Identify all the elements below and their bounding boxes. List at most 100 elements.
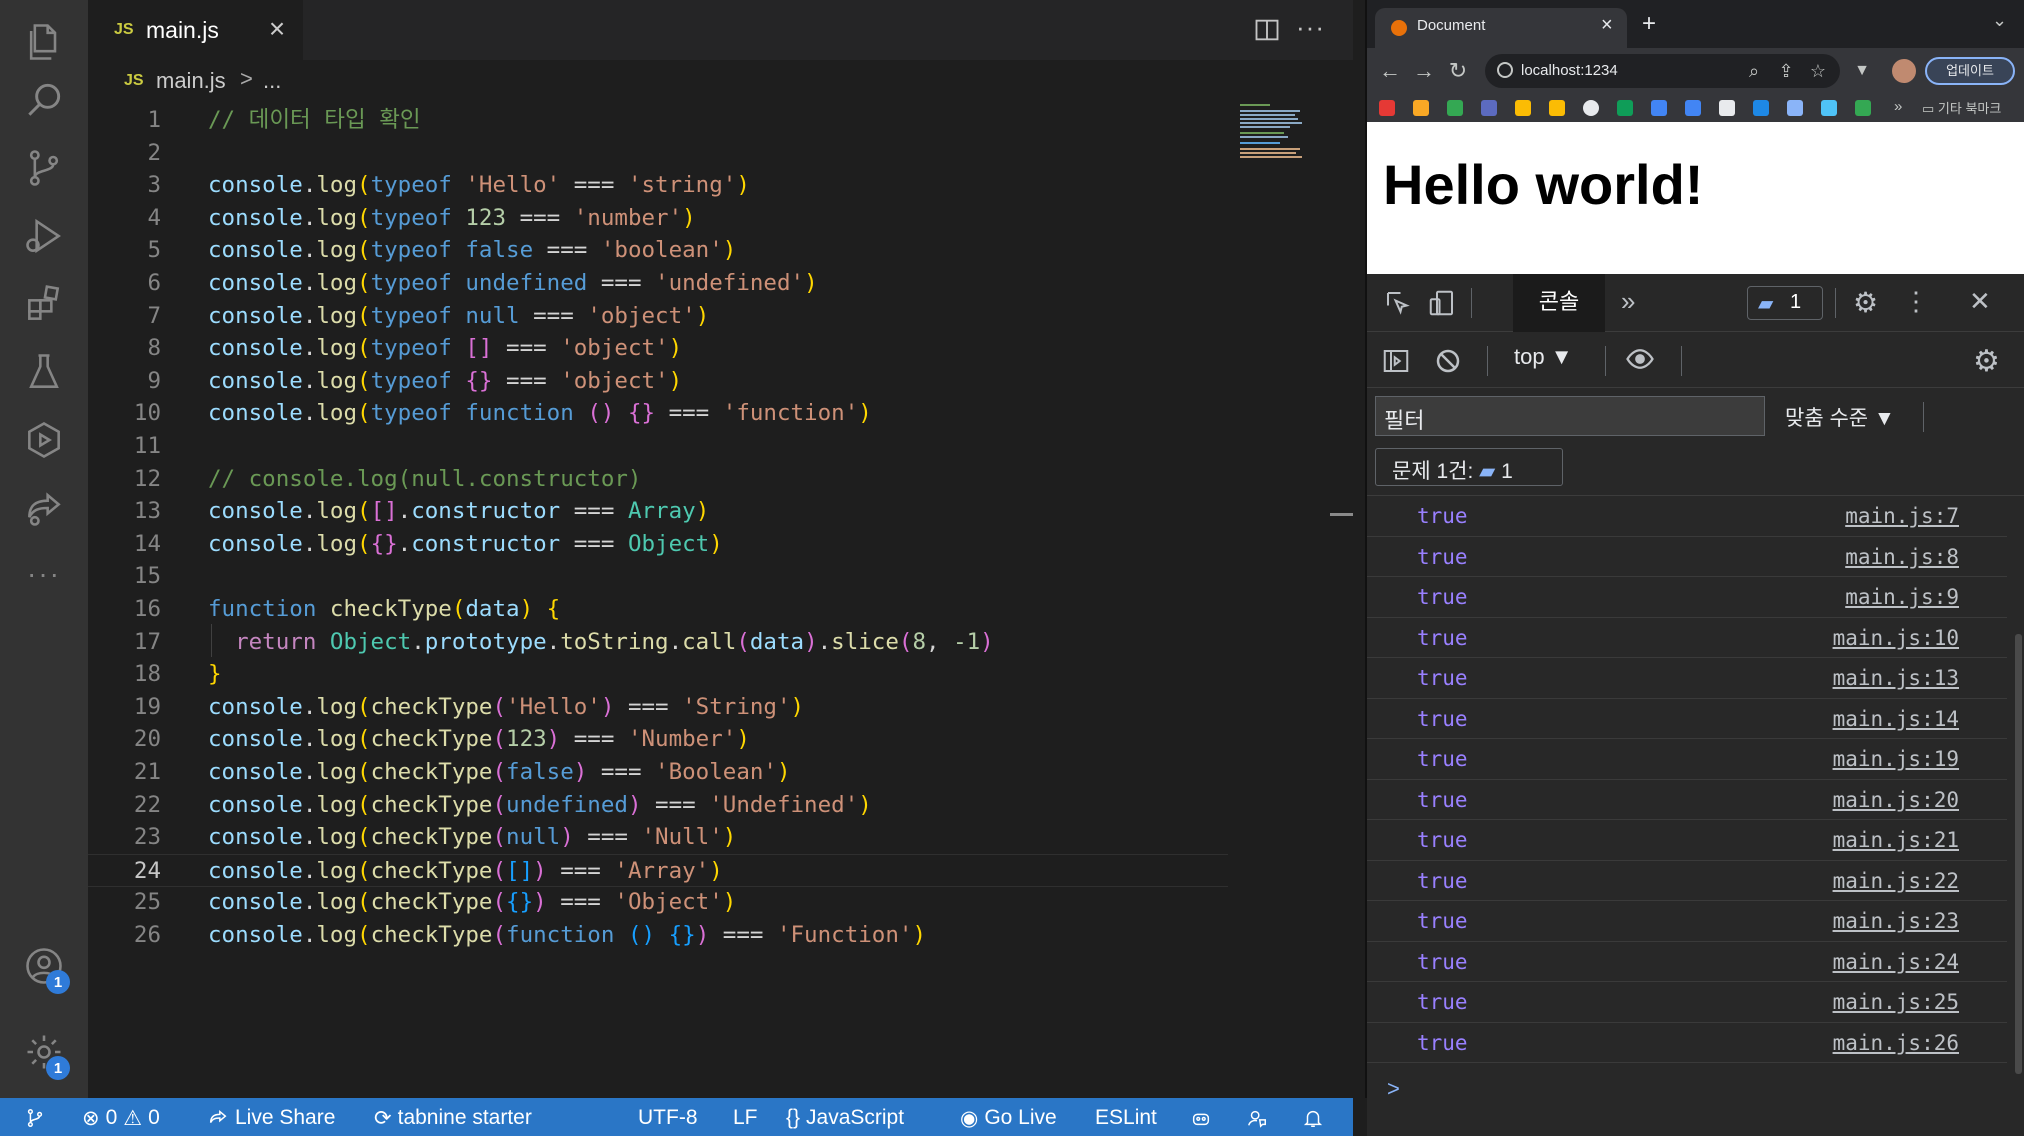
context-select[interactable]: top ▼ [1514, 344, 1572, 370]
problems-status[interactable]: ⊗ 0 ⚠ 0 [82, 1105, 160, 1131]
bookmark-icon[interactable] [1821, 100, 1837, 116]
log-source-link[interactable]: main.js:21 [1833, 828, 1959, 852]
code-line[interactable]: 25 console.log(checkType({}) === 'Object'… [88, 886, 1228, 919]
window-divider[interactable] [1353, 0, 1367, 1098]
info-icon[interactable] [1497, 62, 1513, 78]
bookmark-sheets-icon[interactable] [1617, 100, 1633, 116]
extensions-icon[interactable] [22, 282, 66, 326]
bookmark-drive-icon[interactable] [1515, 100, 1531, 116]
close-icon[interactable]: × [264, 14, 290, 44]
log-source-link[interactable]: main.js:8 [1845, 545, 1959, 569]
update-button[interactable]: 업데이트 [1925, 57, 2015, 85]
chevron-right-double-icon[interactable]: » [1894, 98, 1902, 115]
log-source-link[interactable]: main.js:7 [1845, 504, 1959, 528]
breadcrumb-file[interactable]: main.js [156, 68, 226, 94]
avatar[interactable] [1892, 59, 1916, 83]
go-live-status[interactable]: ◉ Go Live [960, 1105, 1057, 1131]
bookmark-icon[interactable] [1685, 100, 1701, 116]
code-line[interactable]: 3 console.log(typeof 'Hello' === 'string'… [88, 169, 1228, 202]
live-share-status[interactable]: Live Share [207, 1105, 335, 1131]
feedback-icon[interactable] [1246, 1105, 1268, 1131]
eye-icon[interactable] [1623, 344, 1657, 379]
bookmark-icon[interactable] [1787, 100, 1803, 116]
code-line[interactable]: 19 console.log(checkType('Hello') === 'St… [88, 691, 1228, 724]
issues-link[interactable]: 문제 1건: ▰ 1 [1375, 448, 1563, 486]
more-actions-icon[interactable]: ··· [1296, 12, 1332, 42]
code-line[interactable]: 23 console.log(checkType(null) === 'Null'… [88, 821, 1228, 854]
browser-tab[interactable]: Document × [1375, 8, 1627, 48]
testing-icon[interactable] [22, 350, 66, 394]
new-tab-icon[interactable]: + [1642, 10, 1656, 38]
log-source-link[interactable]: main.js:24 [1833, 950, 1959, 974]
log-source-link[interactable]: main.js:26 [1833, 1031, 1959, 1055]
code-line[interactable]: 16 function checkType(data) { [88, 593, 1228, 626]
bookmark-docs-icon[interactable] [1651, 100, 1667, 116]
vue-devtools-icon[interactable]: ▼ [1849, 58, 1875, 84]
code-line[interactable]: 18} [88, 658, 1228, 691]
live-share-icon[interactable] [22, 486, 66, 530]
code-line[interactable]: 21 console.log(checkType(false) === 'Bool… [88, 756, 1228, 789]
code-line[interactable]: 5 console.log(typeof false === 'boolean') [88, 234, 1228, 267]
remote-status-icon[interactable] [24, 1105, 46, 1131]
bell-icon[interactable] [1302, 1105, 1324, 1131]
bookmark-icon[interactable] [1719, 100, 1735, 116]
code-line[interactable]: 14 console.log({}.constructor === Object) [88, 528, 1228, 561]
device-toolbar-icon[interactable] [1427, 288, 1457, 323]
remote-icon[interactable] [22, 418, 66, 462]
code-line[interactable]: 8 console.log(typeof [] === 'object') [88, 332, 1228, 365]
eol-status[interactable]: LF [733, 1105, 758, 1131]
code-line[interactable]: 2 [88, 137, 1228, 170]
back-icon[interactable]: ← [1377, 58, 1403, 84]
kebab-menu-icon[interactable]: ⋮ [1903, 286, 1929, 317]
breadcrumb-symbol[interactable]: ... [263, 68, 281, 94]
inspect-element-icon[interactable] [1383, 288, 1413, 323]
more-icon[interactable]: ··· [22, 552, 66, 596]
bookmark-google-icon[interactable] [1583, 100, 1599, 116]
zoom-icon[interactable]: ⌕ [1741, 58, 1767, 84]
log-source-link[interactable]: main.js:23 [1833, 909, 1959, 933]
gear-icon[interactable]: 1 [22, 1030, 70, 1080]
code-line[interactable]: 4 console.log(typeof 123 === 'number') [88, 202, 1228, 235]
code-line[interactable]: 12 // console.log(null.constructor) [88, 463, 1228, 496]
code-line[interactable]: 24 console.log(checkType([]) === 'Array') [88, 853, 1228, 887]
minimap[interactable] [1240, 104, 1330, 164]
bookmark-icon[interactable] [1447, 100, 1463, 116]
bookmark-icon[interactable] [1413, 100, 1429, 116]
star-icon[interactable]: ☆ [1805, 58, 1831, 84]
log-source-link[interactable]: main.js:20 [1833, 788, 1959, 812]
close-icon[interactable]: × [1601, 14, 1613, 37]
code-line[interactable]: 22 console.log(checkType(undefined) === '… [88, 789, 1228, 822]
log-source-link[interactable]: main.js:13 [1833, 666, 1959, 690]
filter-input[interactable]: 필터 [1375, 396, 1765, 436]
copilot-icon[interactable] [1190, 1105, 1212, 1131]
bookmark-icon[interactable] [1855, 100, 1871, 116]
log-source-link[interactable]: main.js:19 [1833, 747, 1959, 771]
account-icon[interactable]: 1 [22, 944, 70, 994]
code-line[interactable]: 20 console.log(checkType(123) === 'Number… [88, 723, 1228, 756]
encoding-status[interactable]: UTF-8 [638, 1105, 698, 1131]
code-line[interactable]: 15 [88, 560, 1228, 593]
address-bar[interactable]: localhost:1234 ⌕ ⇪ ☆ [1485, 54, 1840, 88]
log-levels-dropdown[interactable]: 맞춤 수준 ▼ [1785, 402, 1895, 432]
code-editor[interactable]: 1// 데이터 타입 확인 2 3 console.log(typeof 'Hello… [88, 104, 1353, 1098]
clear-console-icon[interactable] [1433, 346, 1463, 381]
language-status[interactable]: {} JavaScript [786, 1105, 904, 1131]
more-tabs-icon[interactable]: » [1621, 286, 1635, 317]
code-line[interactable]: 13 console.log([].constructor === Array) [88, 495, 1228, 528]
code-line[interactable]: 26 console.log(checkType(function () {}) … [88, 919, 1228, 952]
log-source-link[interactable]: main.js:22 [1833, 869, 1959, 893]
bookmark-icon[interactable] [1481, 100, 1497, 116]
eslint-status[interactable]: ESLint [1095, 1105, 1157, 1131]
tab-main-js[interactable]: JS main.js × [88, 0, 303, 60]
code-line[interactable]: 17 return Object.prototype.toString.call… [88, 626, 1228, 659]
log-source-link[interactable]: main.js:25 [1833, 990, 1959, 1014]
source-control-icon[interactable] [22, 146, 66, 190]
gear-icon[interactable]: ⚙ [1853, 286, 1878, 319]
tabnine-status[interactable]: ⟳ tabnine starter [374, 1105, 532, 1131]
bookmark-youtube-icon[interactable] [1379, 100, 1395, 116]
bookmark-icon[interactable] [1753, 100, 1769, 116]
issues-button[interactable]: ▰ 1 [1747, 286, 1823, 320]
forward-icon[interactable]: → [1411, 58, 1437, 84]
split-editor-icon[interactable] [1253, 16, 1281, 44]
bookmark-icon[interactable] [1549, 100, 1565, 116]
